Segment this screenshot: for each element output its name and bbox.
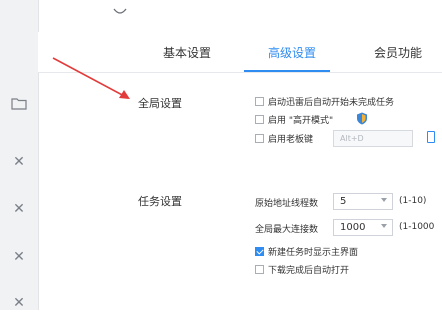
max-connections-value: 1000	[340, 222, 366, 233]
chevron-down-icon	[381, 198, 387, 202]
auto-open-checkbox[interactable]	[255, 265, 264, 274]
tab-advanced-settings[interactable]: 高级设置	[268, 44, 316, 66]
auto-start-checkbox[interactable]	[255, 97, 264, 106]
boss-key-hotkey-input[interactable]: Alt+D	[333, 130, 413, 147]
auto-start-label: 启动迅雷后自动开始未完成任务	[268, 98, 395, 108]
close-icon[interactable]: ✕	[10, 200, 28, 218]
boss-key-label: 启用老板键	[268, 135, 314, 145]
show-main-window-label: 新建任务时显示主界面	[268, 248, 359, 258]
task-settings-label: 任务设置	[138, 195, 182, 208]
max-connections-select[interactable]: 1000	[333, 219, 393, 236]
high-speed-mode-label: 启用 "高开模式"	[268, 116, 334, 126]
annotation-arrow	[52, 57, 130, 99]
thread-count-select[interactable]: 5	[333, 193, 393, 210]
thread-count-value: 5	[340, 196, 347, 207]
auto-open-label: 下载完成后自动打开	[268, 266, 350, 276]
active-tab-indicator	[244, 70, 330, 72]
high-speed-mode-checkbox[interactable]	[255, 115, 264, 124]
show-main-window-checkbox[interactable]	[255, 247, 264, 256]
chevron-down-icon	[381, 224, 387, 228]
thread-count-label: 原始地址线程数	[255, 199, 319, 209]
close-icon[interactable]: ✕	[10, 248, 28, 266]
close-icon[interactable]: ✕	[10, 294, 28, 312]
edit-icon[interactable]	[427, 131, 435, 143]
tab-member-features[interactable]: 会员功能	[374, 44, 422, 66]
thread-count-range: (1-10)	[399, 196, 427, 206]
shield-icon	[357, 112, 367, 125]
tab-basic-settings[interactable]: 基本设置	[163, 44, 211, 66]
window-top-strip	[0, 0, 442, 26]
folder-icon[interactable]	[11, 96, 27, 110]
global-settings-label: 全局设置	[138, 97, 182, 110]
close-icon[interactable]: ✕	[10, 153, 28, 171]
boss-key-checkbox[interactable]	[255, 134, 264, 143]
max-connections-range: (1-1000	[399, 222, 435, 232]
chevron-down-icon[interactable]	[112, 5, 128, 19]
max-connections-label: 全局最大连接数	[255, 225, 319, 235]
